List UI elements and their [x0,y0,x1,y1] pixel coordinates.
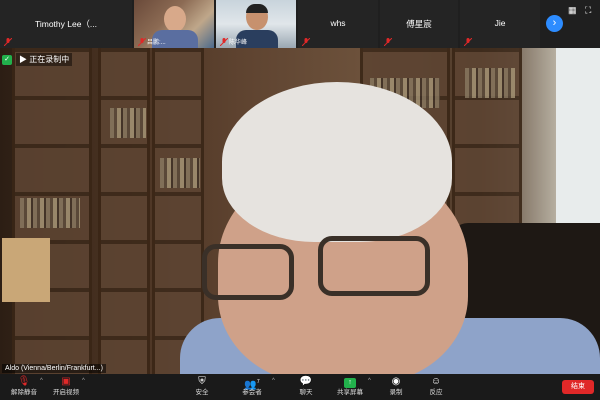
reactions-label: 反应 [429,389,443,396]
reactions-icon: ☺ [430,376,442,387]
participant-tile[interactable]: whs [298,0,378,48]
shield-icon[interactable]: ✓ [2,54,12,65]
chevron-right-icon[interactable]: › [546,15,563,32]
participant-hair [246,4,268,13]
books [110,108,146,138]
chevron-up-icon[interactable]: ^ [368,378,371,384]
participant-name: whs [330,18,346,28]
start-video-label: 开启视频 [53,389,79,396]
participants-count: 7 [256,379,260,385]
record-icon: ◉ [391,376,401,387]
chevron-up-icon[interactable]: ^ [272,378,275,384]
participants-button[interactable]: 👥7 参会者 [230,376,274,397]
fullscreen-icon[interactable]: ⛶ [585,5,591,16]
share-screen-icon: ↑ [328,376,372,388]
books [160,158,200,188]
participant-name: Jie [494,18,506,28]
participant-label: 陈华峰 [229,40,248,46]
unmute-label: 解除静音 [11,389,37,396]
recording-indicator[interactable]: ▶ 正在录制中 [16,53,73,66]
chevron-up-icon[interactable]: ^ [40,378,43,384]
record-label: 录制 [389,389,403,396]
security-label: 安全 [195,389,209,396]
reactions-button[interactable]: ☺ 反应 [414,376,458,397]
participant-video-tile[interactable]: 吕鹏:... [134,0,214,48]
chevron-up-icon[interactable]: ^ [82,378,85,384]
record-button[interactable]: ◉ 录制 [374,376,418,397]
mic-muted-icon [384,38,392,46]
participant-video-tile[interactable]: 陈华峰 [216,0,296,48]
participant-tile[interactable]: 傅星宸 [380,0,458,48]
participants-label: 参会者 [242,389,262,396]
books [20,198,80,228]
bookshelf [98,48,150,374]
meeting-toolbar: 🎙 解除静音 ^ ▣ 开启视频 ^ ⛨ 安全 👥7 参会者 ^ 💬 聊天 ↑ 共… [0,374,600,400]
mic-muted-icon [220,38,228,46]
security-button[interactable]: ⛨ 安全 [180,376,224,397]
glasses-left-lens [202,244,294,300]
wall-poster [2,238,50,302]
share-screen-label: 共享屏幕 [337,389,363,396]
window [556,48,600,248]
glasses-right-lens [318,236,430,296]
participant-face [164,6,186,32]
speaker-hair [222,82,452,242]
mic-muted-icon [4,38,12,46]
meeting-status: ✓ ▶ 正在录制中 [2,53,73,66]
books [465,68,515,98]
mic-muted-icon [464,38,472,46]
grid-icon[interactable]: ▦ [568,5,577,16]
chat-icon: 💬 [299,376,313,387]
active-speaker-video [0,48,600,374]
participant-label: 吕鹏:... [147,40,166,46]
chat-label: 聊天 [299,389,313,396]
participant-tile[interactable]: Jie [460,0,540,48]
end-meeting-button[interactable]: 结束 [562,380,594,394]
zoom-meeting-window: Timothy Lee（... 吕鹏:... 陈华峰 whs 傅星宸 Jie ›… [0,0,600,400]
participant-strip: Timothy Lee（... 吕鹏:... 陈华峰 whs 傅星宸 Jie ›… [0,0,600,48]
participant-name: Timothy Lee（... [34,19,98,29]
speaker-name-label: Aldo (Vienna/Berlin/Frankfurt...) [2,364,106,373]
participant-tile[interactable]: Timothy Lee（... [0,0,132,48]
mic-muted-icon [302,38,310,46]
share-screen-button[interactable]: ↑ 共享屏幕 [328,376,372,397]
chat-button[interactable]: 💬 聊天 [284,376,328,397]
participant-name: 傅星宸 [406,19,432,29]
shield-icon: ⛨ [198,376,206,387]
mic-muted-icon [138,38,146,46]
participants-icon: 👥7 [244,379,260,391]
